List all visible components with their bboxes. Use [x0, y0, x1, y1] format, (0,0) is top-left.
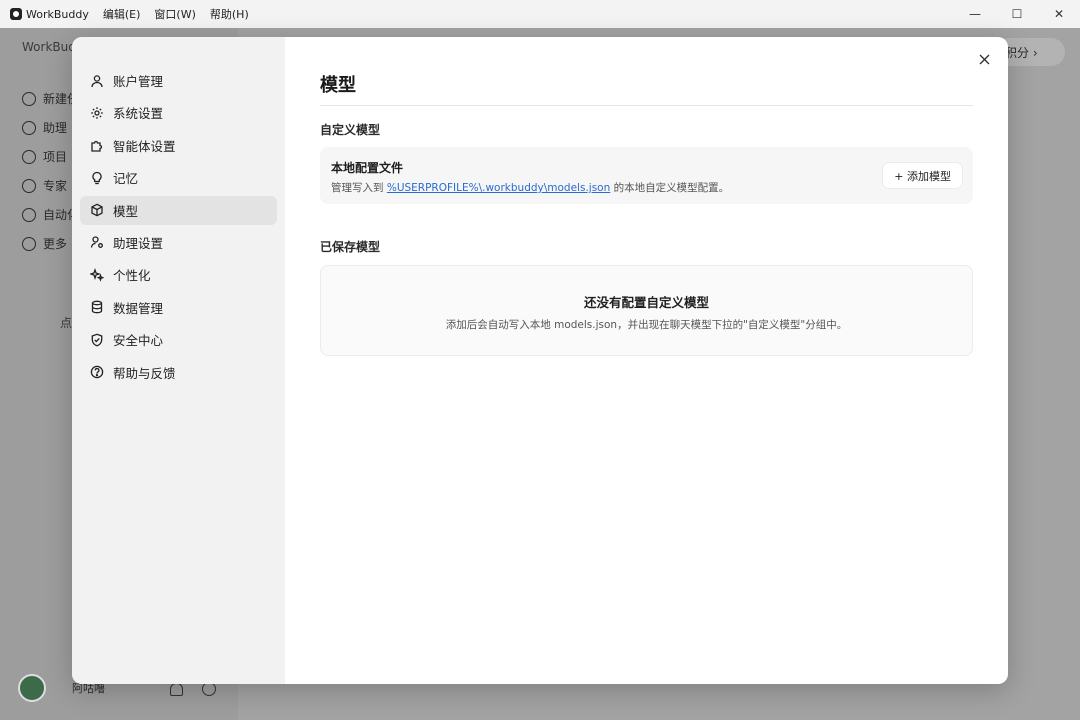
- plus-circle-icon: [22, 91, 36, 106]
- settings-nav-label: 智能体设置: [113, 138, 176, 154]
- settings-sidebar: 账户管理 系统设置 智能体设置 记忆 模型 助理设置 个性化 数据管理 安全中心…: [72, 37, 285, 684]
- settings-nav-help[interactable]: 帮助与反馈: [80, 358, 277, 387]
- menu-help[interactable]: 帮助(H): [210, 6, 249, 22]
- settings-nav-data[interactable]: 数据管理: [80, 293, 277, 322]
- settings-nav-personalize[interactable]: 个性化: [80, 260, 277, 289]
- background-hint: 点: [60, 316, 73, 330]
- settings-nav-label: 数据管理: [113, 300, 164, 316]
- config-desc-suffix: 的本地自定义模型配置。: [610, 182, 730, 194]
- close-modal-button[interactable]: [974, 49, 994, 69]
- page-title: 模型: [320, 75, 356, 96]
- more-icon: [22, 236, 36, 251]
- background-nav-label: 项目: [43, 150, 68, 164]
- bell-icon[interactable]: [170, 683, 183, 696]
- app-title: WorkBuddy: [26, 7, 89, 21]
- settings-nav-security[interactable]: 安全中心: [80, 325, 277, 354]
- menu-edit[interactable]: 编辑(E): [103, 6, 141, 22]
- background-nav-item[interactable]: 自动化: [22, 200, 79, 229]
- config-desc-prefix: 管理写入到: [331, 182, 387, 194]
- add-model-button[interactable]: + 添加模型: [883, 163, 962, 188]
- background-nav-item[interactable]: 专家: [22, 171, 79, 200]
- settings-nav-memory[interactable]: 记忆: [80, 163, 277, 192]
- settings-nav-system[interactable]: 系统设置: [80, 98, 277, 127]
- settings-nav-label: 记忆: [113, 171, 139, 187]
- sparkle-icon: [90, 267, 104, 282]
- config-file-description: 管理写入到 %USERPROFILE%\.workbuddy\models.js…: [331, 180, 729, 195]
- menu-window[interactable]: 窗口(W): [154, 6, 195, 22]
- shield-icon: [91, 333, 103, 347]
- background-nav-item[interactable]: 助理: [22, 113, 79, 142]
- cube-icon: [91, 203, 103, 217]
- background-nav: 新建任 助理 项目 专家 自动化 更多: [22, 84, 79, 258]
- user-gear-icon: [90, 236, 103, 249]
- background-nav-label: 更多: [43, 237, 68, 251]
- settings-nav-label: 助理设置: [113, 235, 164, 251]
- background-nav-item[interactable]: 新建任: [22, 84, 79, 113]
- background-nav-label: 专家: [43, 179, 68, 193]
- settings-modal: 账户管理 系统设置 智能体设置 记忆 模型 助理设置 个性化 数据管理 安全中心…: [72, 37, 1008, 684]
- background-nav-item[interactable]: 更多: [22, 229, 79, 258]
- saved-model-section-title: 已保存模型: [320, 240, 381, 254]
- window-controls: — ☐ ✕: [954, 0, 1080, 28]
- settings-nav-label: 系统设置: [113, 106, 164, 122]
- empty-state-description: 添加后会自动写入本地 models.json，并出现在聊天模型下拉的"自定义模型…: [445, 319, 848, 331]
- settings-nav-account[interactable]: 账户管理: [80, 66, 277, 95]
- title-bar: WorkBuddy 编辑(E) 窗口(W) 帮助(H) — ☐ ✕: [0, 0, 1080, 28]
- avatar[interactable]: [18, 674, 46, 702]
- settings-nav-agent[interactable]: 智能体设置: [80, 131, 277, 160]
- gear-icon: [91, 107, 103, 119]
- empty-state: 还没有配置自定义模型 添加后会自动写入本地 models.json，并出现在聊天…: [320, 265, 973, 356]
- config-file-title: 本地配置文件: [331, 161, 404, 175]
- project-icon: [22, 149, 36, 164]
- assistant-icon: [22, 120, 36, 135]
- empty-state-title: 还没有配置自定义模型: [583, 295, 709, 310]
- title-divider: [320, 105, 973, 106]
- config-file-path-link[interactable]: %USERPROFILE%\.workbuddy\models.json: [387, 182, 610, 194]
- database-icon: [91, 300, 103, 314]
- settings-nav-assistant[interactable]: 助理设置: [80, 228, 277, 257]
- settings-nav-label: 个性化: [113, 268, 151, 284]
- help-icon: [90, 365, 104, 379]
- settings-nav-label: 模型: [113, 203, 139, 219]
- close-icon: [979, 54, 989, 64]
- settings-nav-label: 安全中心: [113, 333, 164, 349]
- minimize-button[interactable]: —: [954, 0, 996, 28]
- puzzle-icon: [91, 141, 103, 152]
- automation-icon: [22, 207, 36, 222]
- settings-nav-label: 帮助与反馈: [113, 365, 176, 381]
- window-close-button[interactable]: ✕: [1038, 0, 1080, 28]
- compose-icon[interactable]: [202, 682, 216, 696]
- settings-nav-model[interactable]: 模型: [80, 195, 277, 225]
- local-config-card: 本地配置文件 管理写入到 %USERPROFILE%\.workbuddy\mo…: [320, 147, 973, 204]
- expert-icon: [22, 178, 36, 193]
- background-nav-item[interactable]: 项目: [22, 142, 79, 171]
- background-nav-label: 助理: [43, 121, 68, 135]
- lightbulb-icon: [92, 171, 102, 184]
- settings-nav: 账户管理 系统设置 智能体设置 记忆 模型 助理设置 个性化 数据管理 安全中心…: [80, 66, 277, 390]
- user-icon: [91, 74, 103, 87]
- app-logo-icon: [10, 8, 22, 20]
- settings-nav-label: 账户管理: [113, 74, 164, 89]
- maximize-button[interactable]: ☐: [996, 0, 1038, 28]
- custom-model-section-title: 自定义模型: [320, 123, 381, 137]
